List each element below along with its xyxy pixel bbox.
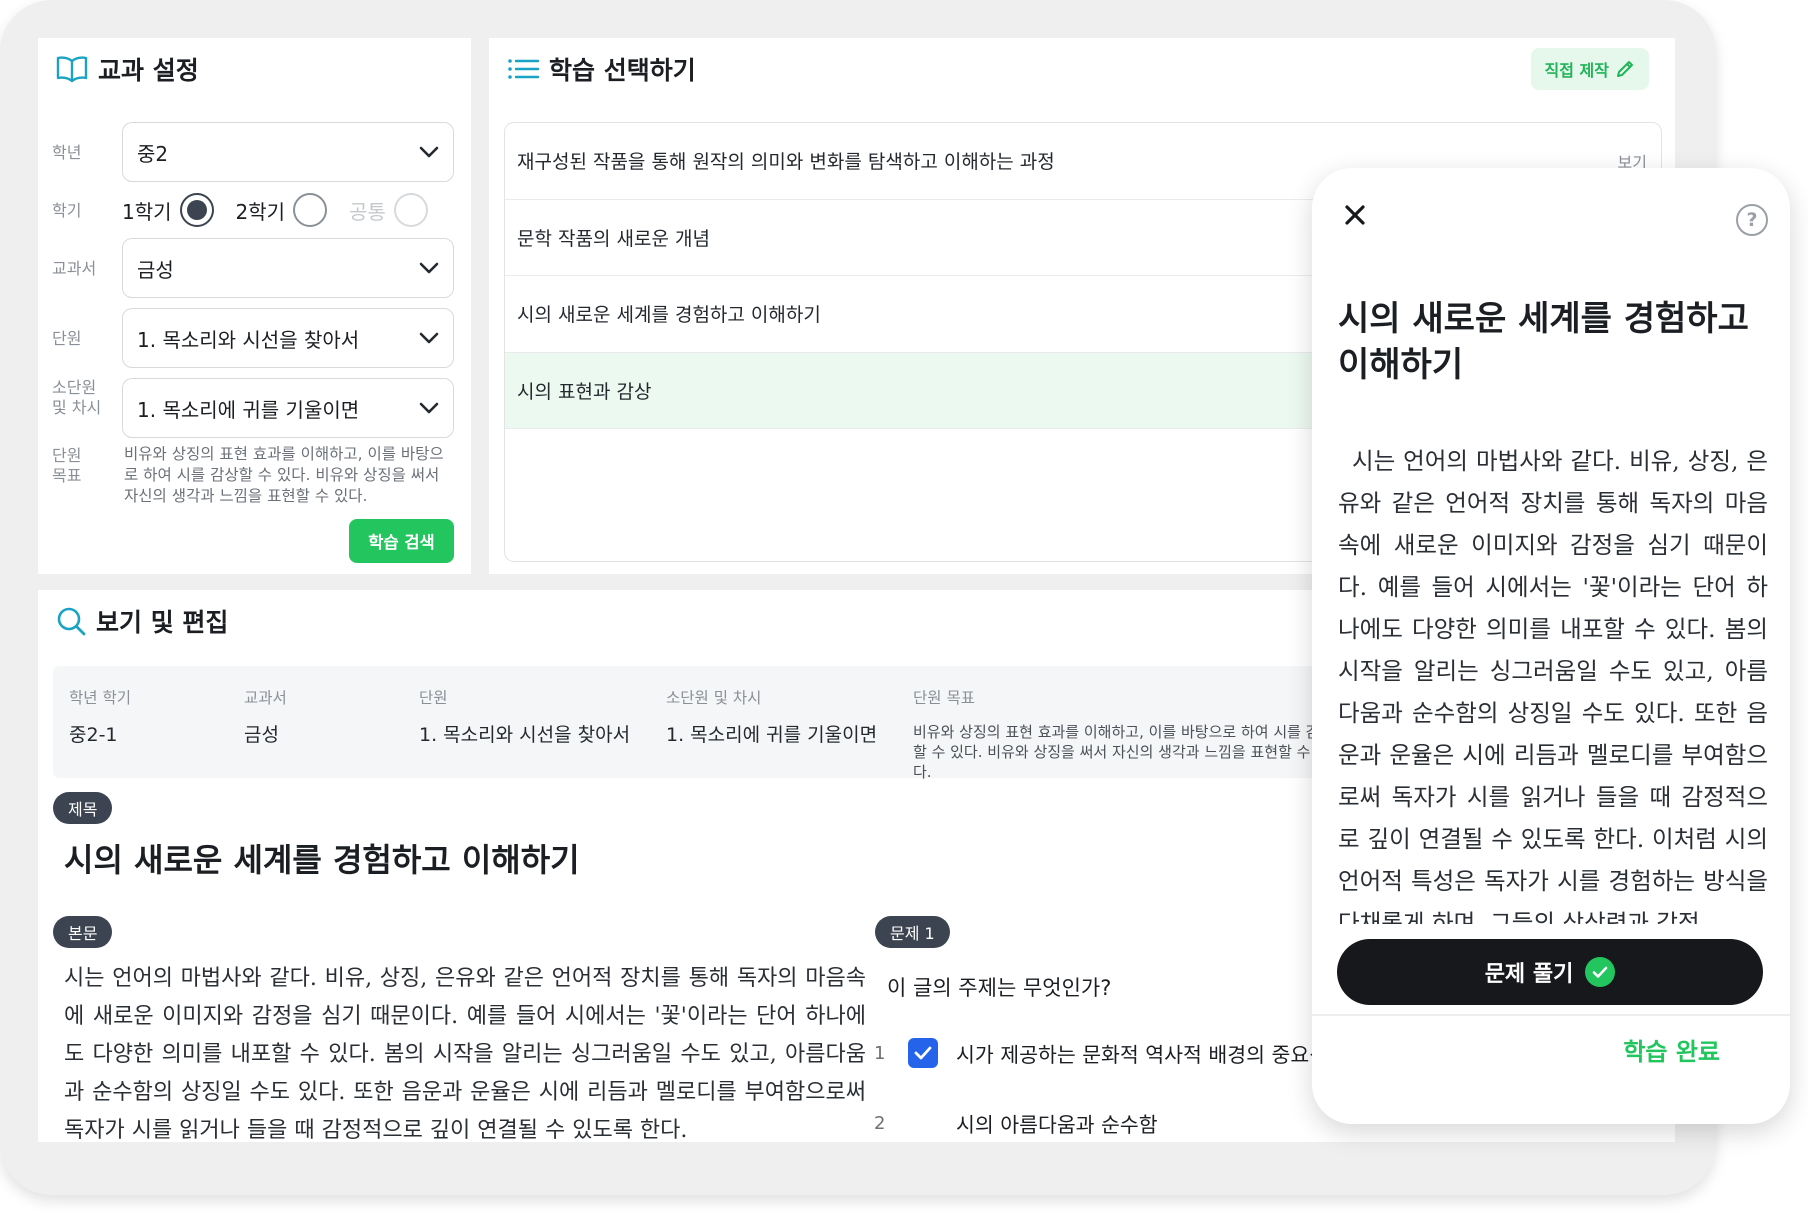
grade-select-value: 중2 <box>137 141 169 166</box>
question-text[interactable]: 이 글의 주제는 무엇인가? <box>887 972 1111 1002</box>
semester-option-1[interactable]: 1학기 <box>122 193 214 227</box>
textbook-select-value: 금성 <box>137 257 174 282</box>
chevron-down-icon <box>419 146 439 158</box>
study-item-text: 시의 새로운 세계를 경험하고 이해하기 <box>517 304 821 327</box>
help-icon[interactable]: ? <box>1736 204 1768 236</box>
solve-problem-label: 문제 풀기 <box>1484 962 1574 987</box>
document-title[interactable]: 시의 새로운 세계를 경험하고 이해하기 <box>64 835 580 881</box>
info-grade-semester-value: 중2-1 <box>69 724 118 746</box>
subject-settings-panel: 교과 설정 학년 중2 학기 1학기 2학기 공통 교과서 금성 단원 1. 목… <box>38 38 471 574</box>
goal-label-line2: 목표 <box>52 466 82 485</box>
choice-text: 시의 아름다움과 순수함 <box>956 1113 1158 1137</box>
semester-option-2[interactable]: 2학기 <box>236 193 328 227</box>
modal-divider <box>1312 1014 1790 1016</box>
info-grade-semester: 학년 학기 중2-1 <box>69 688 131 746</box>
info-unit-label: 단원 <box>419 689 448 707</box>
document-body-text[interactable]: 시는 언어의 마법사와 같다. 비유, 상징, 은유와 같은 언어적 장치를 통… <box>64 960 866 1142</box>
info-grade-semester-label: 학년 학기 <box>69 689 131 707</box>
subject-settings-header: 교과 설정 <box>56 51 199 87</box>
study-item-text: 시의 표현과 감상 <box>517 380 652 403</box>
goal-label: 단원 목표 <box>52 446 81 486</box>
study-item-text: 재구성된 작품을 통해 원작의 의미와 변화를 탐색하고 이해하는 과정 <box>517 151 1055 174</box>
semester-label: 학기 <box>52 201 82 220</box>
check-icon <box>914 1046 932 1060</box>
body-tag: 본문 <box>53 916 113 948</box>
close-button[interactable] <box>1338 198 1372 232</box>
modal-title: 시의 새로운 세계를 경험하고 이해하기 <box>1338 299 1749 385</box>
choice-number: 2 <box>874 1112 886 1134</box>
unit-select-value: 1. 목소리와 시선을 찾아서 <box>137 327 360 352</box>
goal-label-line1: 단원 <box>52 446 82 465</box>
unit-goal-text: 비유와 상징의 표현 효과를 이해하고, 이를 바탕으로 하여 시를 감상할 수… <box>124 445 444 505</box>
info-unit: 단원 1. 목소리와 시선을 찾아서 <box>419 688 630 746</box>
subunit-select-value: 1. 목소리에 귀를 기울이면 <box>137 397 360 422</box>
book-icon <box>56 56 88 83</box>
modal-body-text: 시는 언어의 마법사와 같다. 비유, 상징, 은유와 같은 언어적 장치를 통… <box>1338 447 1768 924</box>
subunit-select[interactable]: 1. 목소리에 귀를 기울이면 <box>122 378 454 438</box>
textbook-select[interactable]: 금성 <box>122 238 454 298</box>
study-complete-button[interactable]: 학습 완료 <box>1623 1032 1720 1067</box>
answer-choice[interactable]: 1 시가 제공하는 문화적 역사적 배경의 중요성 <box>874 1038 1328 1068</box>
study-search-button[interactable]: 학습 검색 <box>349 519 454 563</box>
list-icon <box>508 59 539 79</box>
check-circle-icon <box>1585 957 1616 987</box>
info-unit-value: 1. 목소리와 시선을 찾아서 <box>419 724 631 746</box>
study-select-header: 학습 선택하기 <box>507 51 696 87</box>
direct-make-button[interactable]: 직접 제작 <box>1530 48 1649 90</box>
grade-select[interactable]: 중2 <box>122 122 454 182</box>
subunit-label-line2: 및 차시 <box>52 398 102 417</box>
info-goal-value: 비유와 상징의 표현 효과를 이해하고, 이를 바탕으로 하여 시를 감상할 수… <box>913 723 1334 781</box>
radio-unchecked[interactable] <box>293 193 328 227</box>
info-textbook: 교과서 금성 <box>244 688 287 746</box>
choice-text: 시가 제공하는 문화적 역사적 배경의 중요성 <box>956 1043 1329 1067</box>
solve-problem-button[interactable]: 문제 풀기 <box>1337 939 1763 1005</box>
direct-make-label: 직접 제작 <box>1544 61 1609 80</box>
study-select-title: 학습 선택하기 <box>549 56 696 85</box>
semester-option-2-label: 2학기 <box>235 199 286 224</box>
grade-label: 학년 <box>52 143 82 162</box>
info-textbook-value: 금성 <box>244 724 279 746</box>
search-icon <box>57 607 86 636</box>
close-icon <box>1345 205 1365 225</box>
unit-select[interactable]: 1. 목소리와 시선을 찾아서 <box>122 308 454 368</box>
chevron-down-icon <box>419 332 439 344</box>
textbook-label: 교과서 <box>52 259 97 278</box>
study-item-text: 문학 작품의 새로운 개념 <box>517 227 710 250</box>
info-goal: 단원 목표 비유와 상징의 표현 효과를 이해하고, 이를 바탕으로 하여 시를… <box>913 688 1343 782</box>
info-subunit-value: 1. 목소리에 귀를 기울이면 <box>666 724 878 746</box>
radio-disabled <box>393 193 428 227</box>
unit-label: 단원 <box>52 329 82 348</box>
title-tag: 제목 <box>53 792 113 824</box>
checkbox-checked[interactable] <box>908 1038 938 1068</box>
semester-option-1-label: 1학기 <box>122 199 172 224</box>
chevron-down-icon <box>419 402 439 414</box>
view-edit-title: 보기 및 편집 <box>96 608 229 637</box>
chevron-down-icon <box>419 262 439 274</box>
radio-checked[interactable] <box>179 193 214 227</box>
subunit-label: 소단원 및 차시 <box>52 378 101 418</box>
info-goal-label: 단원 목표 <box>913 689 975 707</box>
info-subunit-label: 소단원 및 차시 <box>666 689 762 707</box>
semester-option-common-label: 공통 <box>349 199 386 224</box>
view-edit-header: 보기 및 편집 <box>56 603 228 639</box>
semester-option-common: 공통 <box>349 193 428 227</box>
subject-settings-title: 교과 설정 <box>98 56 199 85</box>
info-textbook-label: 교과서 <box>244 689 287 707</box>
semester-radio-group: 1학기 2학기 공통 <box>122 193 450 227</box>
pencil-icon <box>1617 61 1633 77</box>
choice-number: 1 <box>874 1042 886 1064</box>
subunit-label-line1: 소단원 <box>52 378 97 397</box>
answer-choice[interactable]: 2 시의 아름다움과 순수함 <box>874 1108 1158 1138</box>
reader-modal: ? 시의 새로운 세계를 경험하고 이해하기 시는 언어의 마법사와 같다. 비… <box>1312 168 1790 1124</box>
help-icon-glyph: ? <box>1746 209 1758 231</box>
info-subunit: 소단원 및 차시 1. 목소리에 귀를 기울이면 <box>666 688 877 746</box>
question-tag: 문제 1 <box>875 916 950 948</box>
